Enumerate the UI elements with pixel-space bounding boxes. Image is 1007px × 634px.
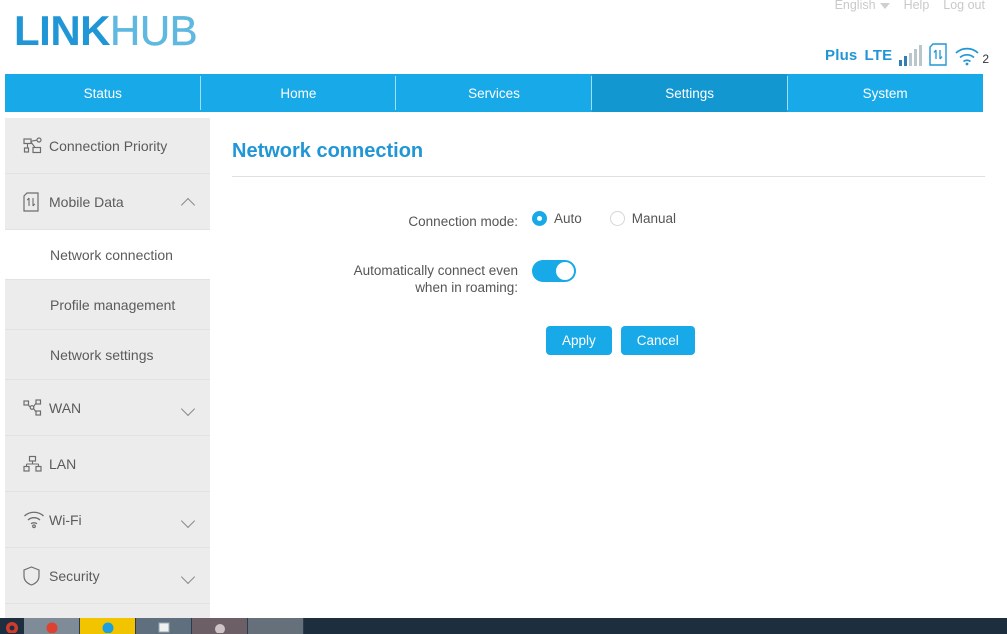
chevron-down-icon[interactable] [182,401,196,415]
brand-primary: LINK [14,7,111,54]
radio-option-manual[interactable]: Manual [609,211,677,226]
sidebar-item-label: Mobile Data [49,193,124,210]
main-content: Network connection Connection mode: Auto… [210,118,1007,634]
form-actions: Apply Cancel [532,326,985,355]
brand-logo: LINKHUB [14,6,198,56]
chevron-down-icon[interactable] [182,513,196,527]
sidebar-subitem-network-connection[interactable]: Network connection [5,230,210,280]
radio-auto-indicator[interactable] [532,211,547,226]
sidebar-item-label: Security [49,567,100,584]
roaming-label: Automatically connect even when in roami… [232,260,532,296]
apply-button[interactable]: Apply [546,326,612,355]
tab-system-label: System [862,85,908,101]
logout-link[interactable]: Log out [943,0,985,12]
language-label: English [834,0,876,12]
connection-status-indicators: Plus LTE 2 [825,38,989,66]
taskbar-item-window[interactable] [248,618,304,634]
sidebar-item-label: Wi-Fi [49,511,82,528]
sidebar-item-wifi[interactable]: Wi-Fi [5,492,210,548]
tab-services[interactable]: Services [396,74,592,112]
taskbar-empty-area [304,618,1007,634]
radio-manual-label: Manual [631,211,677,226]
title-divider [232,176,985,177]
network-topology-icon [23,136,49,155]
sidebar-item-connection-priority[interactable]: Connection Priority [5,118,210,174]
sidebar-item-label: Connection Priority [49,137,168,154]
share-nodes-icon [23,398,49,417]
utility-menu: English Help Log out [835,0,985,14]
taskbar-item-file-manager[interactable] [136,618,192,634]
sidebar-item-label: WAN [49,399,82,416]
tab-home-label: Home [280,85,317,101]
connection-mode-label: Connection mode: [408,214,518,229]
sidebar-item-label: LAN [49,455,77,472]
roaming-toggle[interactable] [532,260,576,282]
sim-card-icon [929,43,948,66]
language-selector[interactable]: English [835,0,890,12]
taskbar-item-chrome[interactable] [80,618,136,634]
chevron-down-icon[interactable] [182,569,196,583]
carrier-name: Plus [825,47,858,64]
roaming-label-line1: Automatically connect even [353,263,518,278]
radio-option-auto[interactable]: Auto [532,211,582,226]
os-taskbar [0,618,1007,634]
toggle-knob [556,262,574,280]
roaming-row: Automatically connect even when in roami… [232,260,985,296]
lan-tree-icon [23,455,49,473]
shield-icon [23,565,49,586]
sidebar-subitem-label: Network settings [50,346,154,363]
radio-auto-label: Auto [554,211,582,226]
sidebar-subitem-network-settings[interactable]: Network settings [5,330,210,380]
sidebar-subitem-label: Profile management [50,296,176,313]
page-title: Network connection [232,140,424,162]
sidebar-item-mobile-data[interactable]: Mobile Data [5,174,210,230]
taskbar-start-icon[interactable] [0,618,24,634]
sidebar-navigation: Connection Priority Mobile Data Network … [5,118,210,634]
radio-manual-indicator[interactable] [609,211,625,226]
tab-home[interactable]: Home [201,74,397,112]
network-type-label: LTE [864,47,893,64]
brand-secondary: HUB [110,7,198,54]
wifi-status: 2 [954,46,989,66]
taskbar-item-browser[interactable] [24,618,80,634]
signal-strength-icon [899,45,923,66]
sidebar-item-lan[interactable]: LAN [5,436,210,492]
tab-settings-label: Settings [665,85,714,101]
sidebar-subitem-profile-management[interactable]: Profile management [5,280,210,330]
wifi-icon [954,46,980,66]
roaming-control [532,260,576,282]
tab-status-label: Status [83,85,122,101]
sidebar-item-security[interactable]: Security [5,548,210,604]
chevron-down-icon [879,3,890,9]
wifi-client-count: 2 [982,52,989,66]
sim-card-icon [23,191,49,212]
main-navigation: Status Home Services Settings System [5,74,983,112]
connection-mode-row: Connection mode: Auto Manual [232,211,985,230]
tab-status[interactable]: Status [5,74,201,112]
help-link[interactable]: Help [904,0,930,12]
tab-system[interactable]: System [787,74,983,112]
roaming-label-line2: when in roaming: [415,280,518,295]
cancel-button[interactable]: Cancel [620,326,695,355]
linkhub-router-admin-page: English Help Log out LINKHUB Plus LTE 2 … [0,0,1007,634]
sidebar-subitem-label: Network connection [50,246,173,263]
sidebar-item-wan[interactable]: WAN [5,380,210,436]
taskbar-item-app[interactable] [192,618,248,634]
tab-settings[interactable]: Settings [591,74,788,112]
connection-mode-radio-group: Auto Manual [532,211,704,226]
tab-services-label: Services [468,85,520,101]
wifi-icon [23,511,49,529]
chevron-up-icon[interactable] [182,195,196,209]
